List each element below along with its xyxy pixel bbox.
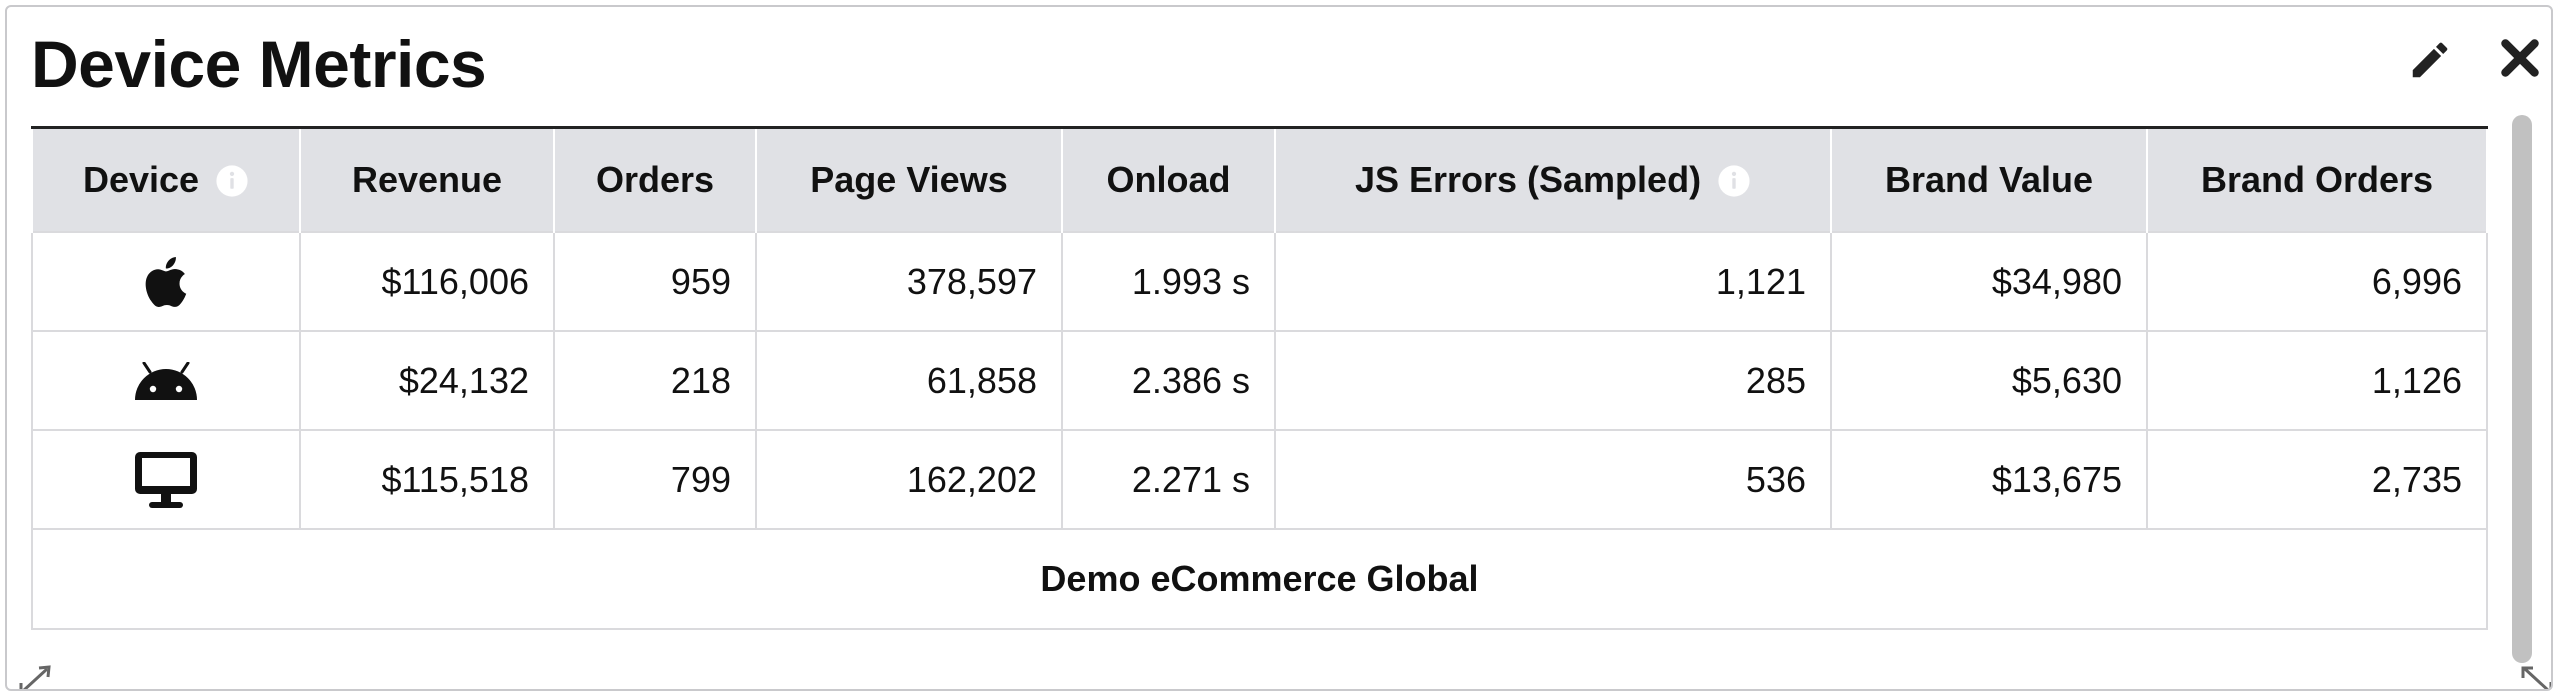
desktop-icon [133, 450, 199, 510]
column-header-label: JS Errors (Sampled) [1354, 159, 1702, 200]
info-icon[interactable] [1717, 164, 1751, 198]
table-footer-row: Demo eCommerce Global [31, 528, 2488, 630]
column-header-brand-value[interactable]: Brand Value [1830, 126, 2148, 232]
pencil-icon[interactable] [2407, 37, 2453, 83]
orders-cell: 799 [553, 429, 757, 530]
onload-cell: 2.386 s [1061, 330, 1276, 431]
page-views-cell: 378,597 [755, 231, 1063, 332]
android-icon [133, 362, 199, 402]
device-cell [31, 231, 301, 332]
info-icon[interactable] [215, 164, 249, 198]
revenue-cell: $24,132 [299, 330, 555, 431]
resize-handle-right-icon[interactable] [2517, 663, 2551, 689]
column-header-device[interactable]: Device [31, 126, 301, 232]
column-header-revenue[interactable]: Revenue [299, 126, 555, 232]
column-header-brand-orders[interactable]: Brand Orders [2146, 126, 2488, 232]
scrollbar-thumb[interactable] [2512, 115, 2532, 663]
column-header-orders[interactable]: Orders [553, 126, 757, 232]
column-header-label: Device [82, 159, 200, 200]
table-row: $115,518 799 162,202 2.271 s 536 $13,675… [31, 429, 2488, 530]
device-metrics-widget: Device Metrics Device Revenue Orders Pag… [5, 5, 2553, 691]
widget-title: Device Metrics [31, 27, 487, 101]
device-cell [31, 330, 301, 431]
page-views-cell: 162,202 [755, 429, 1063, 530]
table-footer: Demo eCommerce Global [31, 528, 2488, 630]
revenue-cell: $116,006 [299, 231, 555, 332]
device-cell [31, 429, 301, 530]
column-header-label: Onload [1106, 159, 1231, 200]
orders-cell: 218 [553, 330, 757, 431]
brand-orders-cell: 1,126 [2146, 330, 2488, 431]
brand-orders-cell: 6,996 [2146, 231, 2488, 332]
brand-value-cell: $13,675 [1830, 429, 2148, 530]
column-header-onload[interactable]: Onload [1061, 126, 1276, 232]
column-header-label: Brand Orders [2200, 159, 2434, 200]
orders-cell: 959 [553, 231, 757, 332]
onload-cell: 2.271 s [1061, 429, 1276, 530]
onload-cell: 1.993 s [1061, 231, 1276, 332]
js-errors-cell: 285 [1274, 330, 1832, 431]
table-row: $116,006 959 378,597 1.993 s 1,121 $34,9… [31, 231, 2488, 332]
device-metrics-table: Device Revenue Orders Page Views Onload … [31, 126, 2488, 630]
resize-handle-left-icon[interactable] [17, 663, 57, 689]
table-row: $24,132 218 61,858 2.386 s 285 $5,630 1,… [31, 330, 2488, 431]
column-header-label: Orders [595, 159, 715, 200]
apple-icon [136, 249, 196, 315]
brand-value-cell: $5,630 [1830, 330, 2148, 431]
page-views-cell: 61,858 [755, 330, 1063, 431]
js-errors-cell: 1,121 [1274, 231, 1832, 332]
column-header-js-errors[interactable]: JS Errors (Sampled) [1274, 126, 1832, 232]
brand-orders-cell: 2,735 [2146, 429, 2488, 530]
close-icon[interactable] [2495, 33, 2545, 83]
column-header-page-views[interactable]: Page Views [755, 126, 1063, 232]
table-header-row: Device Revenue Orders Page Views Onload … [31, 126, 2488, 232]
column-header-label: Page Views [810, 159, 1008, 200]
revenue-cell: $115,518 [299, 429, 555, 530]
brand-value-cell: $34,980 [1830, 231, 2148, 332]
column-header-label: Revenue [351, 159, 503, 200]
js-errors-cell: 536 [1274, 429, 1832, 530]
column-header-label: Brand Value [1884, 159, 2094, 200]
